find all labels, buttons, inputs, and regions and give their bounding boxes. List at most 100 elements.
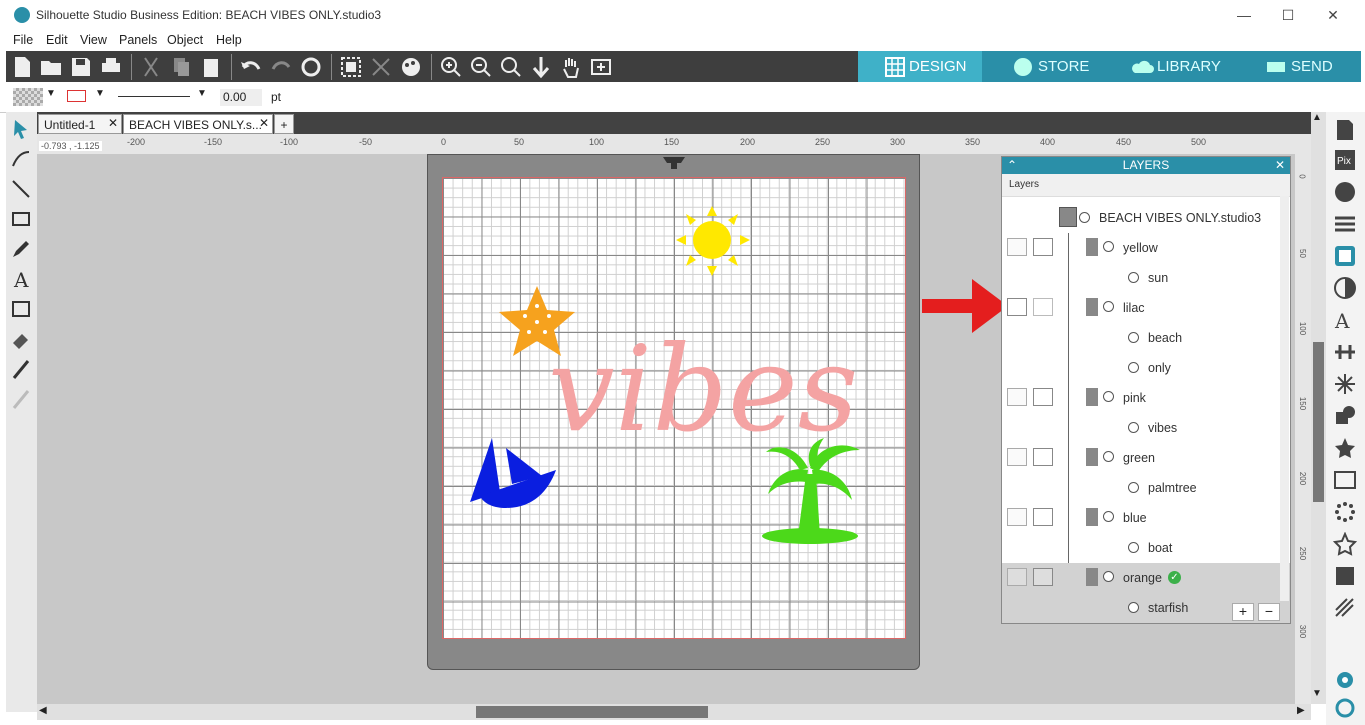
layer-row-lilac[interactable]: lilac xyxy=(1002,293,1280,323)
collapse-minus-icon[interactable] xyxy=(1103,391,1114,402)
vibes-text[interactable]: vibes xyxy=(548,330,858,448)
line-width-input[interactable]: 0.00 xyxy=(220,89,262,106)
sketch-effects-icon[interactable] xyxy=(1333,596,1357,620)
cut-icon[interactable] xyxy=(139,55,163,79)
menu-view[interactable]: View xyxy=(80,33,107,47)
sketch-tool-icon[interactable] xyxy=(10,298,32,320)
point-edit-icon[interactable] xyxy=(10,148,32,170)
layer-row-blue[interactable]: blue xyxy=(1002,503,1280,533)
lock-checkbox[interactable] xyxy=(1033,508,1053,526)
select-circle[interactable] xyxy=(1128,272,1139,283)
menu-panels[interactable]: Panels xyxy=(119,33,157,47)
eye-icon[interactable] xyxy=(1007,448,1027,466)
select-circle[interactable] xyxy=(1128,542,1139,553)
collapse-minus-icon[interactable] xyxy=(1103,301,1114,312)
tab-send[interactable]: SEND xyxy=(1231,51,1361,82)
collapse-minus-icon[interactable] xyxy=(1103,241,1114,252)
menu-help[interactable]: Help xyxy=(216,33,242,47)
sailboat-shape[interactable] xyxy=(466,436,558,510)
select-circle[interactable] xyxy=(1079,212,1090,223)
move-down-icon[interactable] xyxy=(529,55,553,79)
select-circle[interactable] xyxy=(1128,332,1139,343)
select-circle[interactable] xyxy=(1128,602,1139,613)
offset-star-icon[interactable] xyxy=(1333,436,1357,460)
close-tab-icon[interactable]: ✕ xyxy=(259,116,269,130)
text-tool-icon[interactable]: A xyxy=(10,268,32,290)
select-circle[interactable] xyxy=(1128,482,1139,493)
fit-page-icon[interactable] xyxy=(589,55,613,79)
collapse-minus-icon[interactable] xyxy=(1103,511,1114,522)
lock-checkbox[interactable] xyxy=(1033,448,1053,466)
scroll-up-icon[interactable]: ▲ xyxy=(1312,112,1322,123)
pixscan-icon[interactable]: Pix xyxy=(1333,148,1357,172)
palmtree-shape[interactable] xyxy=(760,438,866,546)
align-icon[interactable] xyxy=(1333,340,1357,364)
layer-row-pink[interactable]: pink xyxy=(1002,383,1280,413)
sun-shape[interactable] xyxy=(670,204,754,278)
select-arrow-icon[interactable] xyxy=(10,118,32,140)
layers-scrollbar[interactable] xyxy=(1280,196,1289,601)
nesting-icon[interactable] xyxy=(1333,564,1357,588)
redraw-icon[interactable] xyxy=(299,55,323,79)
pan-hand-icon[interactable] xyxy=(559,55,583,79)
menu-object[interactable]: Object xyxy=(167,33,203,47)
tab-store[interactable]: STORE xyxy=(982,51,1106,82)
trace-icon[interactable] xyxy=(1333,468,1357,492)
object-row-boat[interactable]: boat xyxy=(1002,533,1280,563)
eye-icon[interactable] xyxy=(1007,238,1027,256)
collapse-chevron-icon[interactable]: ⌃ xyxy=(1007,157,1017,174)
object-row-sun[interactable]: sun xyxy=(1002,263,1280,293)
undo-icon[interactable] xyxy=(239,55,263,79)
collapse-minus-icon[interactable] xyxy=(1103,571,1114,582)
object-row-beach[interactable]: beach xyxy=(1002,323,1280,353)
sync-icon[interactable] xyxy=(1333,696,1357,720)
scroll-right-icon[interactable]: ▶ xyxy=(1297,705,1305,716)
zoom-fit-icon[interactable] xyxy=(499,55,523,79)
vertical-scroll-thumb[interactable] xyxy=(1313,342,1324,502)
lock-checkbox[interactable] xyxy=(1033,388,1053,406)
new-file-icon[interactable] xyxy=(10,55,34,79)
visibility-checkbox[interactable] xyxy=(1007,298,1027,316)
close-panel-icon[interactable]: ✕ xyxy=(1275,157,1285,174)
lock-checkbox[interactable] xyxy=(1033,238,1053,256)
rectangle-tool-icon[interactable] xyxy=(10,208,32,230)
eye-icon[interactable] xyxy=(1007,508,1027,526)
object-row-palmtree[interactable]: palmtree xyxy=(1002,473,1280,503)
menu-file[interactable]: File xyxy=(13,33,33,47)
menu-edit[interactable]: Edit xyxy=(46,33,68,47)
knife-tool-icon[interactable] xyxy=(10,358,32,380)
favorites-star-icon[interactable] xyxy=(1333,532,1357,556)
close-tab-icon[interactable]: ✕ xyxy=(108,116,118,130)
horizontal-scroll-thumb[interactable] xyxy=(476,706,708,718)
fill-color-swatch[interactable] xyxy=(13,88,43,106)
transparency-icon[interactable] xyxy=(1333,276,1357,300)
line-style-preview[interactable] xyxy=(118,96,190,97)
eyedropper-tool-icon[interactable] xyxy=(10,388,32,410)
replicate-icon[interactable] xyxy=(1333,372,1357,396)
add-layer-button[interactable]: + xyxy=(1232,603,1254,621)
object-row-only[interactable]: only xyxy=(1002,353,1280,383)
select-circle[interactable] xyxy=(1128,362,1139,373)
zoom-in-icon[interactable] xyxy=(439,55,463,79)
line-style-icon[interactable] xyxy=(1333,212,1357,236)
redo-icon[interactable] xyxy=(269,55,293,79)
tab-design[interactable]: DESIGN xyxy=(858,51,982,82)
print-icon[interactable] xyxy=(99,55,123,79)
select-circle[interactable] xyxy=(1128,422,1139,433)
line-color-dropdown-icon[interactable]: ▼ xyxy=(95,88,105,99)
line-style-dropdown-icon[interactable]: ▼ xyxy=(197,88,207,99)
layer-row-yellow[interactable]: yellow xyxy=(1002,233,1280,263)
settings-gear-icon[interactable] xyxy=(1333,668,1357,692)
palette-select-icon[interactable] xyxy=(399,55,423,79)
line-tool-icon[interactable] xyxy=(10,178,32,200)
lock-icon[interactable] xyxy=(1033,298,1053,316)
horizontal-scrollbar[interactable]: ◀ ▶ xyxy=(37,704,1311,720)
group-icon[interactable] xyxy=(339,55,363,79)
remove-layer-button[interactable]: − xyxy=(1258,603,1280,621)
rhinestone-icon[interactable] xyxy=(1333,500,1357,524)
lock-checkbox[interactable] xyxy=(1033,568,1053,586)
ungroup-icon[interactable] xyxy=(369,55,393,79)
collapse-minus-icon[interactable] xyxy=(1103,451,1114,462)
doc-tab-beach-vibes[interactable]: BEACH VIBES ONLY.s... xyxy=(123,114,273,134)
new-tab-button[interactable]: + xyxy=(274,114,294,134)
